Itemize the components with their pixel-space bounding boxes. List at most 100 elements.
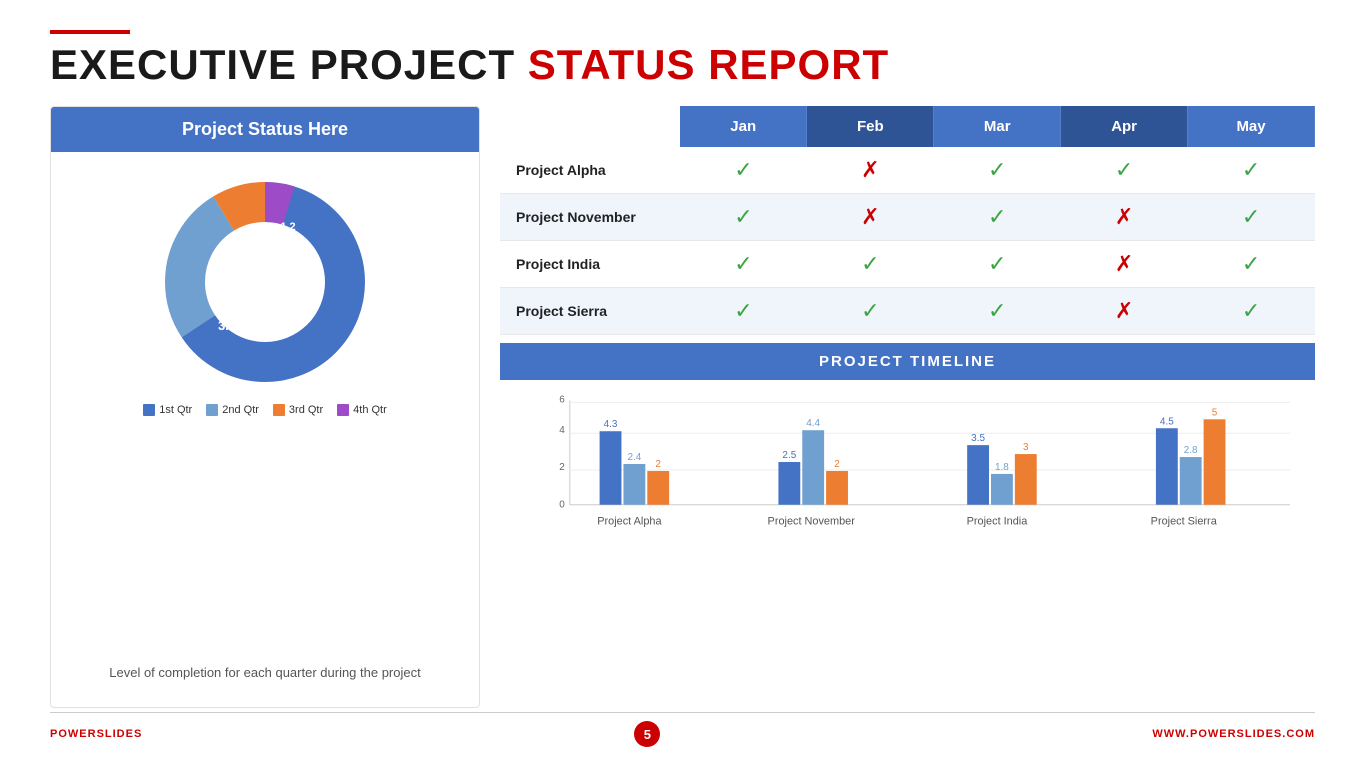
bar-india-1 (967, 445, 989, 505)
bar-nov-2-label: 4.4 (806, 418, 820, 429)
bar-sierra-1 (1156, 428, 1178, 504)
status-cell-2-4: ✓ (1188, 241, 1315, 288)
title-red: STATUS REPORT (528, 41, 889, 88)
bar-india-2-label: 1.8 (995, 462, 1009, 473)
col-mar: Mar (934, 106, 1061, 147)
status-cell-3-0: ✓ (680, 288, 807, 335)
status-cell-0-0: ✓ (680, 147, 807, 194)
legend-color-1 (143, 404, 155, 416)
check-icon: ✓ (734, 204, 752, 229)
main-content: Project Status Here (50, 106, 1315, 708)
legend-label-1: 1st Qtr (159, 404, 192, 416)
bar-sierra-3 (1204, 419, 1226, 504)
bar-alpha-xlabel: Project Alpha (597, 516, 662, 528)
title-black: EXECUTIVE PROJECT (50, 41, 528, 88)
cross-icon: ✗ (861, 157, 879, 182)
bar-chart-area: 0 2 4 6 4.3 2.4 2 (500, 380, 1315, 708)
col-feb: Feb (807, 106, 934, 147)
bar-india-2 (991, 474, 1013, 505)
status-cell-1-4: ✓ (1188, 194, 1315, 241)
project-name-3: Project Sierra (500, 288, 680, 335)
legend-color-4 (337, 404, 349, 416)
y-label-2: 2 (559, 462, 565, 473)
footer-website: WWW.POWERSLIDES.COM (1152, 728, 1315, 740)
status-cell-2-1: ✓ (807, 241, 934, 288)
check-icon: ✓ (734, 157, 752, 182)
legend-color-3 (273, 404, 285, 416)
left-panel-header: Project Status Here (51, 107, 479, 152)
check-icon: ✓ (988, 204, 1006, 229)
bar-alpha-3-label: 2 (655, 459, 661, 470)
bar-nov-3 (826, 471, 848, 505)
check-icon: ✓ (1242, 204, 1260, 229)
header-accent-line (50, 30, 130, 34)
bar-alpha-2-label: 2.4 (627, 452, 641, 463)
footer-brand: POWERSLIDES (50, 728, 142, 740)
check-icon: ✓ (1242, 157, 1260, 182)
donut-svg: 8.2 3.2 1.4 1.2 (155, 172, 375, 392)
col-apr: Apr (1061, 106, 1188, 147)
y-label-4: 4 (559, 425, 565, 436)
check-icon: ✓ (1242, 298, 1260, 323)
bar-sierra-2-label: 2.8 (1184, 445, 1198, 456)
cross-icon: ✗ (1115, 204, 1133, 229)
check-icon: ✓ (988, 251, 1006, 276)
chart-area: 8.2 3.2 1.4 1.2 1st Qtr (51, 152, 479, 707)
project-name-1: Project November (500, 194, 680, 241)
bar-alpha-2 (623, 464, 645, 505)
bar-nov-1 (778, 462, 800, 505)
check-icon: ✓ (734, 251, 752, 276)
donut-label-3rd: 1.4 (249, 223, 265, 235)
check-icon: ✓ (988, 298, 1006, 323)
status-cell-0-2: ✓ (934, 147, 1061, 194)
legend-item-4: 4th Qtr (337, 404, 387, 416)
right-panel: Jan Feb Mar Apr May Project Alpha✓✗✓✓✓Pr… (500, 106, 1315, 708)
y-label-0: 0 (559, 500, 565, 511)
legend-label-4: 4th Qtr (353, 404, 387, 416)
legend-color-2 (206, 404, 218, 416)
page-title: EXECUTIVE PROJECT STATUS REPORT (50, 42, 1315, 88)
bar-nov-xlabel: Project November (768, 516, 856, 528)
check-icon: ✓ (1242, 251, 1260, 276)
status-cell-2-2: ✓ (934, 241, 1061, 288)
cross-icon: ✗ (861, 204, 879, 229)
bar-nov-1-label: 2.5 (782, 450, 796, 461)
bar-india-3-label: 3 (1023, 442, 1029, 453)
bar-india-1-label: 3.5 (971, 433, 985, 444)
check-icon: ✓ (861, 298, 879, 323)
status-cell-1-0: ✓ (680, 194, 807, 241)
bar-alpha-1 (600, 431, 622, 505)
timeline-header: PROJECT TIMELINE (500, 343, 1315, 380)
col-may: May (1188, 106, 1315, 147)
legend-label-2: 2nd Qtr (222, 404, 259, 416)
status-cell-3-2: ✓ (934, 288, 1061, 335)
cross-icon: ✗ (1115, 298, 1133, 323)
status-cell-3-3: ✗ (1061, 288, 1188, 335)
legend-item-1: 1st Qtr (143, 404, 192, 416)
bar-india-xlabel: Project India (967, 516, 1029, 528)
bar-chart-svg: 0 2 4 6 4.3 2.4 2 (540, 390, 1295, 540)
check-icon: ✓ (734, 298, 752, 323)
bar-sierra-1-label: 4.5 (1160, 416, 1174, 427)
status-cell-2-3: ✗ (1061, 241, 1188, 288)
bar-sierra-2 (1180, 457, 1202, 505)
status-cell-1-1: ✗ (807, 194, 934, 241)
legend-label-3: 3rd Qtr (289, 404, 323, 416)
cross-icon: ✗ (1115, 251, 1133, 276)
status-table: Jan Feb Mar Apr May Project Alpha✓✗✓✓✓Pr… (500, 106, 1315, 335)
bar-nov-3-label: 2 (834, 459, 840, 470)
footer-page-number: 5 (634, 721, 660, 747)
bar-india-3 (1015, 454, 1037, 505)
legend-item-3: 3rd Qtr (273, 404, 323, 416)
brand-red: SLIDES (97, 728, 143, 740)
status-cell-1-3: ✗ (1061, 194, 1188, 241)
status-cell-3-4: ✓ (1188, 288, 1315, 335)
project-name-0: Project Alpha (500, 147, 680, 194)
legend-item-2: 2nd Qtr (206, 404, 259, 416)
donut-label-2nd: 3.2 (218, 318, 236, 333)
bar-alpha-1-label: 4.3 (604, 419, 618, 430)
bar-alpha-3 (647, 471, 669, 505)
status-cell-1-2: ✓ (934, 194, 1061, 241)
donut-chart: 8.2 3.2 1.4 1.2 (155, 172, 375, 392)
footer: POWERSLIDES 5 WWW.POWERSLIDES.COM (50, 712, 1315, 747)
